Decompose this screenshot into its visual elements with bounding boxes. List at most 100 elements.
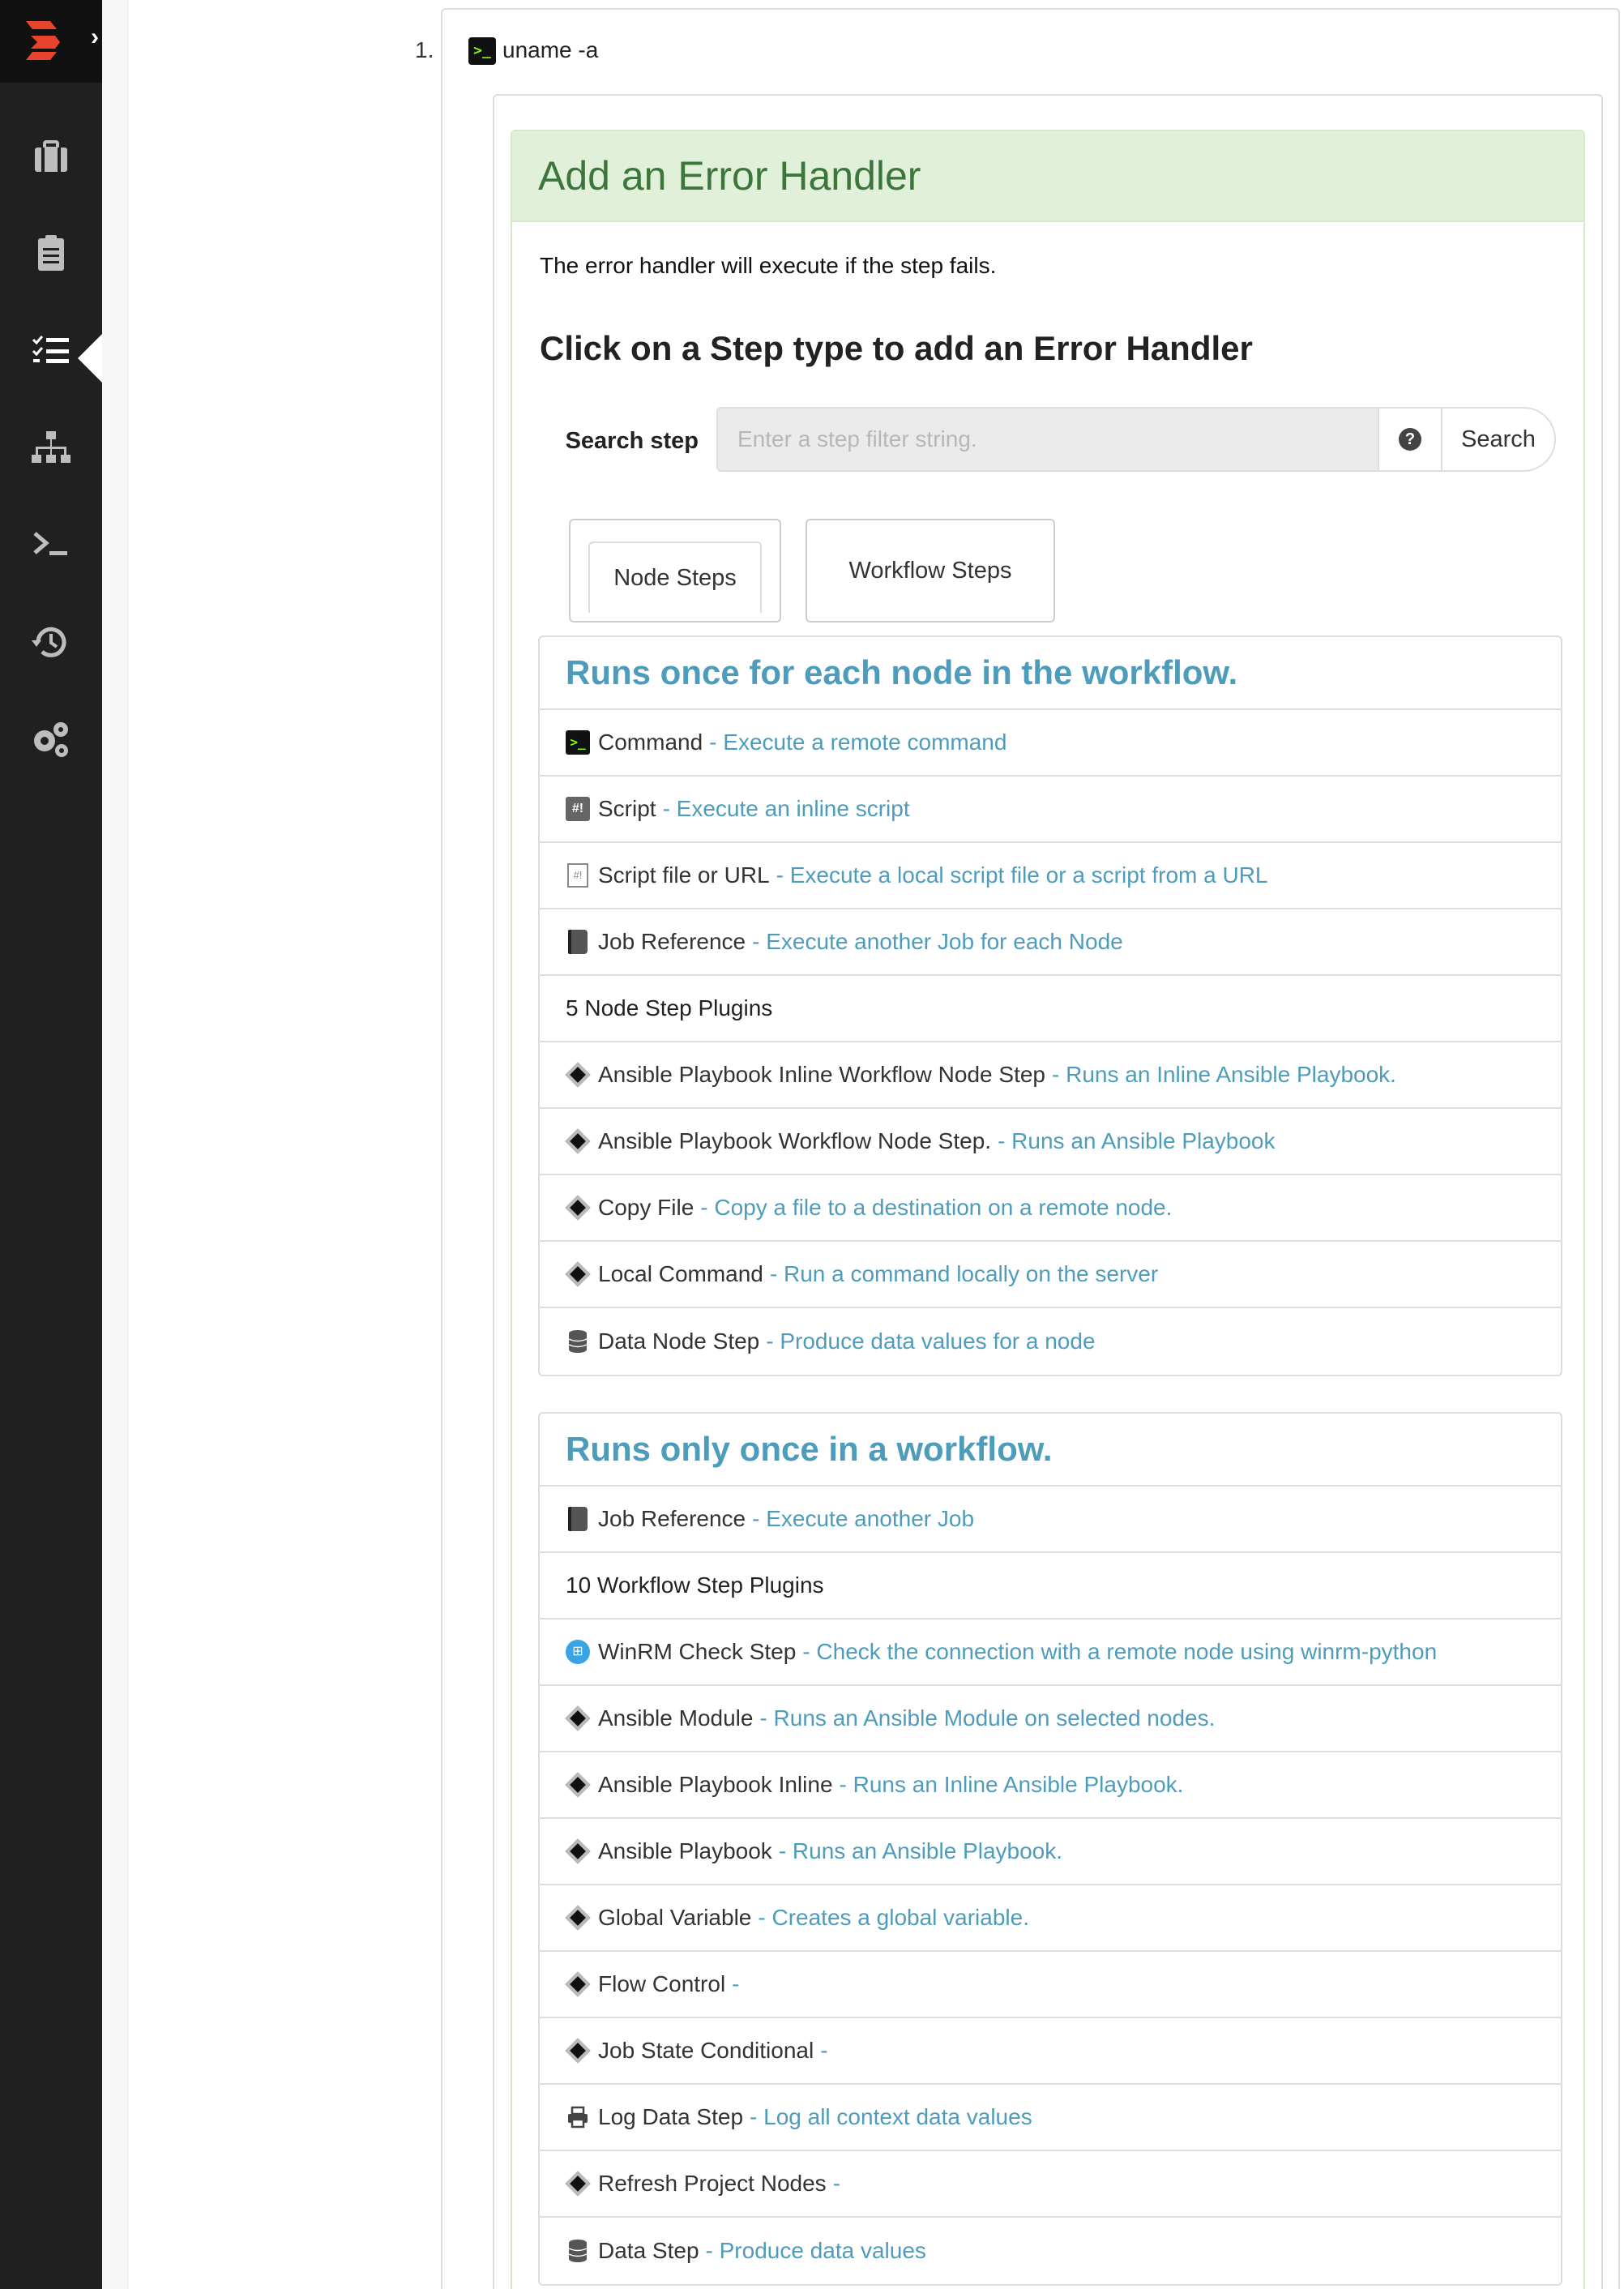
step-name: Data Step	[598, 2238, 699, 2263]
step-option-plugin[interactable]: Data Step - Produce data values	[540, 2218, 1561, 2284]
step-name: WinRM Check Step	[598, 1639, 797, 1664]
step-option-plugin[interactable]: Ansible Playbook Inline Workflow Node St…	[540, 1042, 1561, 1109]
nav-item-history[interactable]	[0, 601, 102, 682]
nav-item-activity[interactable]	[0, 212, 102, 293]
panel-heading: Add an Error Handler	[512, 131, 1583, 222]
step-description: - Copy a file to a destination on a remo…	[700, 1195, 1173, 1220]
diamond-icon	[565, 1705, 591, 1731]
search-help-button[interactable]: ?	[1378, 407, 1442, 472]
step-option-plugin[interactable]: Log Data Step - Log all context data val…	[540, 2085, 1561, 2151]
search-label: Search step	[565, 428, 699, 454]
tab-node-steps[interactable]: Node Steps	[569, 519, 781, 623]
step-option-plugin[interactable]: Data Node Step - Produce data values for…	[540, 1308, 1561, 1375]
step-option-plugin[interactable]: Ansible Module - Runs an Ansible Module …	[540, 1686, 1561, 1752]
sidebar: ›	[0, 0, 105, 2289]
search-button[interactable]: Search	[1441, 407, 1556, 472]
tab-workflow-steps[interactable]: Workflow Steps	[806, 519, 1055, 623]
tasks-list-icon	[32, 336, 69, 363]
step-name: Script	[598, 796, 656, 821]
database-icon	[568, 1330, 588, 1353]
list-heading: Runs only once in a workflow.	[540, 1414, 1561, 1487]
node-steps-heading: Runs once for each node in the workflow.	[566, 653, 1238, 691]
tab-node-steps-label: Node Steps	[588, 541, 762, 613]
step-name: Script file or URL	[598, 862, 770, 888]
step-option-plugin[interactable]: Global Variable - Creates a global varia…	[540, 1885, 1561, 1952]
step-option-plugin[interactable]: ⊞ WinRM Check Step - Check the connectio…	[540, 1619, 1561, 1686]
step-option-script-file[interactable]: #! Script file or URL - Execute a local …	[540, 843, 1561, 909]
script-icon: #!	[566, 797, 590, 821]
rundeck-logo-icon	[26, 21, 60, 60]
step-name: Job Reference	[598, 1506, 746, 1531]
content-gutter	[102, 0, 128, 2289]
step-option-plugin[interactable]: Ansible Playbook Workflow Node Step. - R…	[540, 1109, 1561, 1175]
step-name: Ansible Playbook	[598, 1838, 772, 1863]
step-option-plugin[interactable]: Flow Control -	[540, 1952, 1561, 2018]
step-name: Global Variable	[598, 1905, 752, 1930]
step-description: - Execute another Job	[752, 1506, 975, 1531]
step-option-plugin[interactable]: Ansible Playbook - Runs an Ansible Playb…	[540, 1819, 1561, 1885]
step-option-job-reference[interactable]: Job Reference - Execute another Job for …	[540, 909, 1561, 976]
step-option-command[interactable]: >_ Command - Execute a remote command	[540, 710, 1561, 777]
step-description: - Runs an Ansible Playbook	[998, 1128, 1276, 1153]
step-number: 1.	[415, 37, 434, 62]
command-icon: >_	[468, 37, 496, 65]
step-name: Ansible Playbook Inline	[598, 1772, 833, 1797]
diamond-icon	[565, 1905, 591, 1931]
printer-icon	[568, 2106, 588, 2129]
step-name: Local Command	[598, 1261, 763, 1286]
search-input[interactable]	[716, 407, 1379, 472]
panel-title: Add an Error Handler	[538, 153, 921, 199]
step-description: -	[732, 1971, 740, 1996]
step-option-plugin[interactable]: Job State Conditional -	[540, 2018, 1561, 2085]
step-name: Flow Control	[598, 1971, 726, 1996]
step-description: - Log all context data values	[750, 2104, 1032, 2129]
instruction-title: Click on a Step type to add an Error Han…	[540, 329, 1253, 367]
diamond-icon	[565, 2038, 591, 2064]
script-file-icon: #!	[567, 863, 588, 888]
diamond-icon	[565, 1838, 591, 1864]
step-name: Job State Conditional	[598, 2038, 814, 2063]
nav-item-nodes[interactable]	[0, 407, 102, 488]
list-heading: Runs once for each node in the workflow.	[540, 637, 1561, 710]
active-nav-indicator	[78, 334, 102, 383]
command-icon: >_	[566, 730, 590, 755]
step-description: - Produce data values for a node	[766, 1328, 1096, 1354]
workflow-steps-list: Runs only once in a workflow. Job Refere…	[538, 1412, 1562, 2286]
node-steps-list: Runs once for each node in the workflow.…	[538, 635, 1562, 1376]
step-description: - Run a command locally on the server	[769, 1261, 1159, 1286]
step-option-plugin[interactable]: Local Command - Run a command locally on…	[540, 1242, 1561, 1308]
step-option-plugin[interactable]: Ansible Playbook Inline - Runs an Inline…	[540, 1752, 1561, 1819]
step-option-plugin[interactable]: Refresh Project Nodes -	[540, 2151, 1561, 2218]
help-text: The error handler will execute if the st…	[540, 253, 997, 278]
book-icon	[568, 930, 588, 954]
plugins-count-row: 10 Workflow Step Plugins	[540, 1553, 1561, 1619]
diamond-icon	[565, 2171, 591, 2197]
clipboard-list-icon	[38, 235, 64, 271]
step-name: Ansible Playbook Workflow Node Step.	[598, 1128, 992, 1153]
step-name: Data Node Step	[598, 1328, 760, 1354]
step-option-script[interactable]: #! Script - Execute an inline script	[540, 777, 1561, 843]
step-name: Ansible Module	[598, 1705, 754, 1731]
nav-item-jobs[interactable]	[0, 117, 102, 198]
step-description: - Execute a local script file or a scrip…	[776, 862, 1268, 888]
step-description: - Runs an Inline Ansible Playbook.	[1052, 1062, 1396, 1087]
step-description: - Creates a global variable.	[758, 1905, 1029, 1930]
nav-item-commands[interactable]	[0, 504, 102, 585]
workflow-steps-heading: Runs only once in a workflow.	[566, 1430, 1053, 1468]
nav-item-workflow[interactable]	[0, 310, 102, 391]
step-name: Command	[598, 729, 703, 755]
nav-item-settings[interactable]	[0, 699, 102, 780]
diamond-icon	[565, 1062, 591, 1088]
step-title[interactable]: uname -a	[502, 37, 598, 63]
sitemap-icon	[32, 431, 71, 463]
step-description: - Runs an Ansible Playbook.	[778, 1838, 1063, 1863]
diamond-icon	[565, 1772, 591, 1798]
step-name: Job Reference	[598, 929, 746, 954]
question-circle-icon: ?	[1399, 428, 1421, 451]
step-option-plugin[interactable]: Copy File - Copy a file to a destination…	[540, 1175, 1561, 1242]
step-description: - Produce data values	[705, 2238, 926, 2263]
error-handler-panel: Add an Error Handler The error handler w…	[511, 130, 1585, 2289]
step-option-job-reference[interactable]: Job Reference - Execute another Job	[540, 1487, 1561, 1553]
step-description: - Runs an Inline Ansible Playbook.	[839, 1772, 1184, 1797]
step-description: - Runs an Ansible Module on selected nod…	[759, 1705, 1216, 1731]
